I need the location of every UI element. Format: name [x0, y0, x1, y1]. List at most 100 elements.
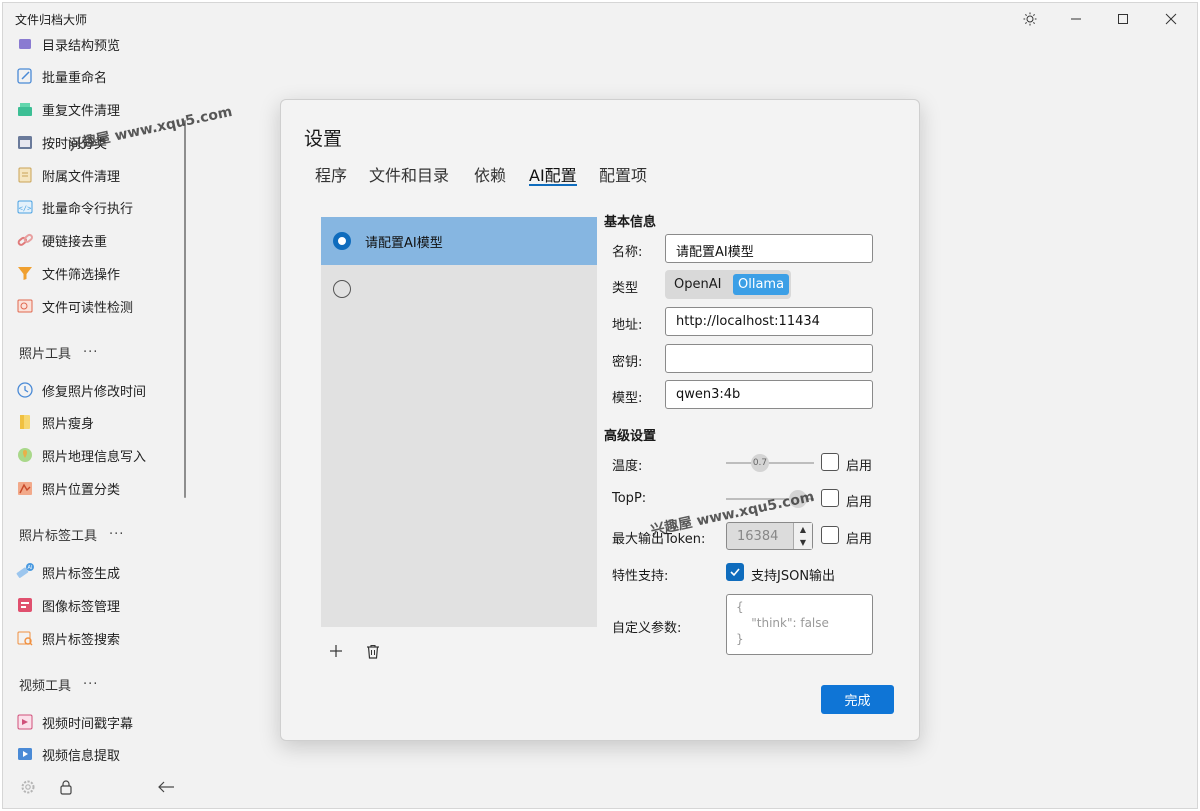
section-more-button[interactable]: ··· [109, 527, 124, 542]
sidebar-item-label: 照片位置分类 [42, 482, 121, 498]
sidebar-item-video-timestamp-subtitle[interactable]: 视频时间戳字幕 [15, 709, 133, 735]
title-bar: 文件归档大师 [3, 3, 1197, 35]
inspect-icon [15, 296, 35, 316]
clock-icon [15, 380, 35, 400]
temperature-slider-track[interactable] [726, 462, 814, 464]
tab-config-items[interactable]: 配置项 [599, 162, 647, 186]
sidebar-item-label: 按时间分类 [42, 136, 108, 152]
map-grid-icon [15, 478, 35, 498]
api-key-label: 密钥: [612, 355, 643, 370]
done-button[interactable]: 完成 [821, 685, 894, 714]
section-more-button[interactable]: ··· [83, 345, 98, 360]
temperature-slider-thumb[interactable]: 0.7 [751, 454, 769, 472]
sidebar-item-photo-tag-search[interactable]: 照片标签搜索 [15, 625, 120, 651]
lock-button[interactable] [56, 777, 76, 797]
file-icon [15, 165, 35, 185]
json-output-checkbox[interactable] [726, 563, 744, 581]
dialog-title: 设置 [304, 128, 343, 150]
settings-button[interactable] [18, 777, 38, 797]
minimize-icon [1071, 18, 1081, 20]
temperature-enable-checkbox[interactable] [821, 453, 839, 471]
add-model-button[interactable] [325, 640, 347, 662]
section-more-button[interactable]: ··· [83, 677, 98, 692]
close-button[interactable] [1148, 3, 1194, 35]
chevron-up-icon[interactable]: ▲ [794, 523, 812, 536]
sidebar-item-label: 照片瘦身 [42, 416, 95, 432]
section-title: 照片标签工具 [19, 529, 98, 544]
tab-dependencies[interactable]: 依赖 [474, 162, 506, 186]
close-icon [1165, 13, 1177, 25]
temperature-enable-label: 启用 [846, 459, 873, 474]
sidebar-item-photo-location-classify[interactable]: 照片位置分类 [15, 475, 120, 501]
minimize-button[interactable] [1053, 3, 1099, 35]
section-video-tools: 视频工具 ··· [19, 675, 98, 694]
sidebar-item-readability-check[interactable]: 文件可读性检测 [15, 293, 133, 319]
sidebar-item-label: 目录结构预览 [42, 38, 121, 54]
sidebar-item-label: 图像标签管理 [42, 599, 121, 615]
model-label: 模型: [612, 391, 643, 406]
name-input[interactable]: 请配置AI模型 [665, 234, 873, 263]
sidebar-item-batch-rename[interactable]: 批量重命名 [15, 63, 107, 89]
type-option-openai[interactable]: OpenAI [669, 274, 726, 295]
map-pin-icon [15, 445, 35, 465]
sidebar-item-photo-geo-write[interactable]: 照片地理信息写入 [15, 442, 146, 468]
app-title: 文件归档大师 [15, 13, 88, 27]
sidebar-item-attached-file-cleanup[interactable]: 附属文件清理 [15, 162, 120, 188]
checkmark-icon [730, 568, 740, 577]
sidebar-item-classify-by-time[interactable]: 按时间分类 [15, 129, 107, 155]
sidebar-item-duplicate-cleanup[interactable]: 重复文件清理 [15, 96, 120, 122]
sidebar-item-label: 文件可读性检测 [42, 300, 134, 316]
sidebar-item-fix-photo-time[interactable]: 修复照片修改时间 [15, 377, 146, 403]
section-title: 照片工具 [19, 347, 72, 362]
max-token-enable-label: 启用 [846, 532, 873, 547]
address-input[interactable]: http://localhost:11434 [665, 307, 873, 336]
svg-text:</>: </> [19, 205, 32, 213]
gear-icon [21, 780, 35, 794]
temperature-label: 温度: [612, 459, 643, 474]
sidebar-item-image-tag-manage[interactable]: 图像标签管理 [15, 592, 120, 618]
sidebar-item-photo-tag-generate[interactable]: AI 照片标签生成 [15, 559, 120, 585]
radio-unselected[interactable] [333, 280, 351, 298]
api-key-input[interactable] [665, 344, 873, 373]
broom-icon [15, 99, 35, 119]
radio-selected[interactable] [333, 232, 351, 250]
top-p-slider-thumb[interactable] [789, 490, 807, 508]
tab-program[interactable]: 程序 [315, 162, 347, 186]
sidebar-item-label: 视频信息提取 [42, 748, 121, 764]
top-p-enable-checkbox[interactable] [821, 489, 839, 507]
address-label: 地址: [612, 318, 643, 333]
sidebar-item-file-filter[interactable]: 文件筛选操作 [15, 260, 120, 286]
list-item-label: 请配置AI模型 [365, 235, 443, 251]
sidebar-item-batch-command[interactable]: </> 批量命令行执行 [15, 194, 133, 220]
sidebar-item-label: 修复照片修改时间 [42, 384, 147, 400]
max-token-stepper[interactable]: ▲ ▼ [793, 523, 812, 549]
delete-model-button[interactable] [362, 640, 384, 662]
tag-manage-icon [15, 595, 35, 615]
sidebar-item-video-info-extract[interactable]: 视频信息提取 [15, 741, 120, 767]
chevron-down-icon[interactable]: ▼ [794, 536, 812, 549]
calendar-icon [15, 132, 35, 152]
plus-icon [330, 645, 342, 657]
sun-icon [1023, 12, 1037, 26]
custom-params-textarea[interactable]: { "think": false } [726, 594, 873, 655]
sidebar-item-hardlink-dedup[interactable]: 硬链接去重 [15, 227, 107, 253]
sidebar-item-directory-preview[interactable]: 目录结构预览 [15, 31, 120, 57]
section-photo-tools: 照片工具 ··· [19, 343, 98, 362]
list-item[interactable] [321, 265, 597, 313]
tab-files-and-directories[interactable]: 文件和目录 [369, 162, 449, 186]
sidebar-scrollbar[interactable] [184, 120, 186, 498]
max-token-enable-checkbox[interactable] [821, 526, 839, 544]
model-input[interactable]: qwen3:4b [665, 380, 873, 409]
tab-ai-config[interactable]: AI配置 [529, 162, 577, 186]
section-photo-tag-tools: 照片标签工具 ··· [19, 525, 124, 544]
sidebar-item-photo-slim[interactable]: 照片瘦身 [15, 409, 94, 435]
type-option-ollama[interactable]: Ollama [733, 274, 790, 295]
sidebar-item-label: 批量命令行执行 [42, 201, 134, 217]
features-label: 特性支持: [612, 569, 669, 584]
collapse-sidebar-button[interactable] [155, 777, 177, 797]
maximize-button[interactable] [1100, 3, 1146, 35]
theme-toggle-button[interactable] [1007, 3, 1053, 35]
sidebar-item-label: 文件筛选操作 [42, 267, 121, 283]
list-item[interactable]: 请配置AI模型 [321, 217, 597, 265]
sidebar-item-label: 照片标签生成 [42, 566, 121, 582]
